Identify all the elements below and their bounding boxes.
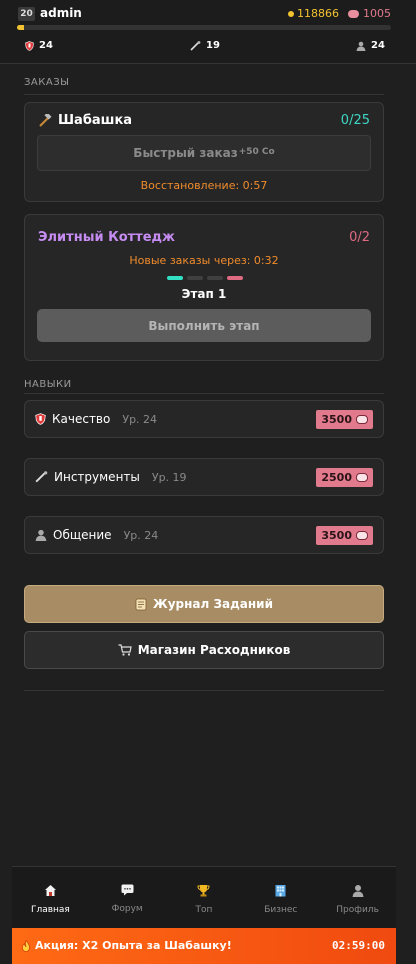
- brains-counter: 1005: [348, 7, 391, 20]
- stage-label: Этап 1: [181, 287, 227, 301]
- order-title: Шабашка: [38, 113, 132, 128]
- skill-row-quality: Качество Ур. 24 3500: [24, 400, 384, 438]
- chat-icon: [121, 884, 134, 896]
- order-count: 0/25: [340, 113, 370, 128]
- nav-label: Профиль: [336, 905, 379, 915]
- skill-level: Ур. 24: [123, 528, 159, 542]
- order-title-text: Шабашка: [58, 113, 133, 128]
- stat-quality: 24: [25, 40, 53, 51]
- quick-order-label: Быстрый заказ: [133, 146, 238, 160]
- elite-order-count: 0/2: [349, 230, 370, 245]
- order-card-basic: Шабашка 0/25 Быстрый заказ +50 Co Восстан…: [24, 102, 384, 202]
- scroll-icon: [135, 598, 147, 610]
- quick-order-button[interactable]: Быстрый заказ +50 Co: [37, 135, 371, 171]
- quick-order-cost: +50 Co: [238, 147, 275, 157]
- level-badge: 20: [18, 7, 35, 21]
- brain-icon: [348, 9, 359, 18]
- brain-icon: [356, 415, 368, 424]
- supplies-shop-label: Магазин Расходников: [137, 643, 291, 657]
- upgrade-skill-button[interactable]: 3500: [316, 526, 373, 545]
- fire-icon: [22, 939, 30, 952]
- stat-social-value: 24: [371, 40, 385, 51]
- stage-dot: [227, 276, 243, 280]
- username[interactable]: admin: [40, 6, 82, 20]
- skill-row-tools: Инструменты Ур. 19 2500: [24, 458, 384, 496]
- skill-name: Инструменты Ур. 19: [35, 470, 187, 484]
- promo-banner[interactable]: Акция: X2 Опыта за Шабашку! 02:59:00: [12, 928, 396, 964]
- stat-tools-value: 19: [206, 40, 220, 51]
- home-icon: [44, 885, 56, 896]
- shield-icon: [35, 413, 46, 425]
- promo-text-wrap: Акция: X2 Опыта за Шабашку!: [21, 939, 232, 952]
- divider: [24, 690, 384, 691]
- upgrade-cost: 3500: [321, 413, 352, 426]
- nav-item-forum[interactable]: Форум: [89, 867, 166, 928]
- stat-social: 24: [356, 40, 385, 51]
- skill-row-social: Общение Ур. 24 3500: [24, 516, 384, 554]
- complete-stage-button[interactable]: Выполнить этап: [37, 309, 371, 342]
- divider: [24, 393, 384, 394]
- xp-progress-bar: [17, 25, 391, 30]
- stat-quality-value: 24: [39, 40, 53, 51]
- promo-text: Акция: X2 Опыта за Шабашку!: [35, 939, 232, 952]
- skill-name: Общение Ур. 24: [35, 528, 158, 542]
- supplies-shop-button[interactable]: Магазин Расходников: [24, 631, 384, 669]
- trophy-icon: [197, 885, 210, 897]
- nav-item-top[interactable]: Топ: [166, 867, 243, 928]
- recovery-timer: Восстановление: 0:57: [140, 179, 268, 192]
- xp-progress-fill: [17, 25, 25, 30]
- skill-level: Ур. 19: [151, 470, 187, 484]
- nav-item-home[interactable]: Главная: [12, 867, 89, 928]
- divider: [24, 94, 384, 95]
- person-icon: [35, 529, 47, 541]
- profile-icon: [352, 885, 364, 897]
- stage-dot: [167, 276, 183, 280]
- elite-order-title: Элитный Коттедж: [38, 230, 175, 245]
- wrench-icon: [35, 471, 48, 483]
- brain-icon: [356, 531, 368, 540]
- brain-icon: [356, 473, 368, 482]
- skill-name-text: Общение: [53, 528, 112, 542]
- bottom-nav: Главная Форум Топ Бизнес Профиль: [12, 866, 396, 928]
- elite-order-timer: Новые заказы через: 0:32: [129, 254, 279, 267]
- upgrade-cost: 3500: [321, 529, 352, 542]
- nav-label: Главная: [30, 905, 70, 915]
- nav-item-profile[interactable]: Профиль: [319, 867, 396, 928]
- quest-journal-label: Журнал Заданий: [153, 597, 273, 611]
- skill-level: Ур. 24: [122, 412, 158, 426]
- brains-value: 1005: [363, 7, 391, 20]
- shield-icon: [25, 40, 34, 51]
- hammer-icon: [39, 114, 52, 127]
- skill-name-text: Инструменты: [54, 470, 140, 484]
- stage-progress-dots: [167, 276, 243, 280]
- nav-label: Топ: [195, 905, 213, 915]
- stage-dot: [187, 276, 203, 280]
- order-card-elite: Элитный Коттедж 0/2 Новые заказы через: …: [24, 214, 384, 361]
- person-icon: [356, 41, 366, 51]
- stage-dot: [207, 276, 223, 280]
- nav-label: Бизнес: [264, 905, 298, 915]
- upgrade-skill-button[interactable]: 2500: [316, 468, 373, 487]
- upgrade-skill-button[interactable]: 3500: [316, 410, 373, 429]
- skill-name-text: Качество: [52, 412, 111, 426]
- wrench-icon: [190, 40, 201, 51]
- coins-counter: 118866: [288, 7, 339, 20]
- promo-timer: 02:59:00: [332, 939, 385, 952]
- nav-label: Форум: [111, 904, 143, 914]
- cart-icon: [118, 644, 132, 656]
- coins-value: 118866: [297, 7, 339, 20]
- top-bar: 20 admin 118866 1005 24 19 24: [0, 0, 416, 64]
- stat-tools: 19: [190, 40, 220, 51]
- upgrade-cost: 2500: [321, 471, 352, 484]
- nav-item-business[interactable]: Бизнес: [242, 867, 319, 928]
- skills-section-label: НАВЫКИ: [24, 379, 72, 390]
- coin-icon: [288, 10, 294, 17]
- quest-journal-button[interactable]: Журнал Заданий: [24, 585, 384, 623]
- skill-name: Качество Ур. 24: [35, 412, 157, 426]
- orders-section-label: ЗАКАЗЫ: [24, 77, 70, 88]
- building-icon: [275, 885, 286, 897]
